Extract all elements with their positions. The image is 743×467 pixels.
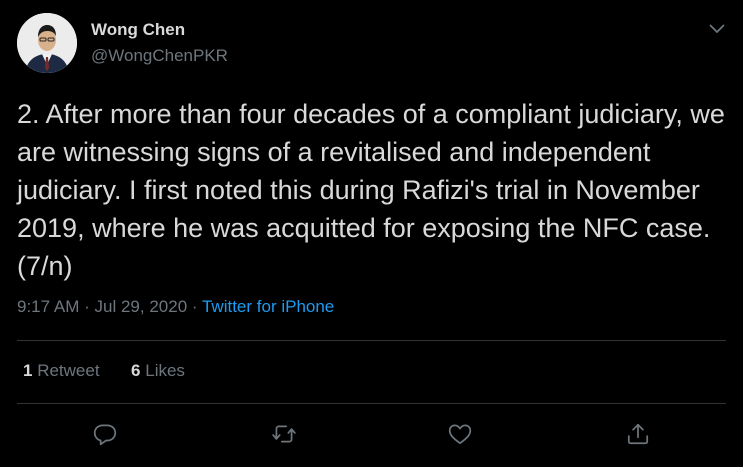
author-handle[interactable]: @WongChenPKR: [91, 46, 228, 66]
divider: [17, 340, 726, 341]
tweet-date[interactable]: Jul 29, 2020: [95, 297, 188, 316]
author-name[interactable]: Wong Chen: [91, 20, 185, 40]
avatar[interactable]: [17, 13, 77, 73]
reply-button[interactable]: [90, 419, 120, 449]
retweets-stat[interactable]: 1 Retweet: [23, 361, 104, 380]
tweet-stats: 1 Retweet 6 Likes: [23, 361, 185, 381]
meta-separator: ·: [191, 297, 198, 316]
retweet-icon: [272, 425, 296, 443]
retweet-button[interactable]: [269, 419, 299, 449]
tweet-meta: 9:17 AM · Jul 29, 2020 · Twitter for iPh…: [17, 297, 334, 317]
tweet-text: 2. After more than four decades of a com…: [17, 99, 725, 281]
likes-count: 6: [131, 361, 141, 380]
tweet-source-link[interactable]: Twitter for iPhone: [202, 297, 334, 316]
chevron-down-icon[interactable]: [706, 18, 728, 40]
meta-separator: ·: [84, 297, 90, 316]
tweet: Wong Chen @WongChenPKR 2. After more tha…: [0, 0, 743, 467]
likes-stat[interactable]: 6 Likes: [131, 361, 185, 380]
likes-label: Likes: [145, 361, 185, 380]
tweet-time[interactable]: 9:17 AM: [17, 297, 79, 316]
like-button[interactable]: [445, 419, 475, 449]
retweets-label: Retweet: [37, 361, 100, 380]
divider: [17, 403, 726, 404]
reply-icon: [93, 424, 117, 446]
heart-icon: [448, 424, 472, 445]
share-icon: [627, 423, 649, 445]
share-button[interactable]: [623, 419, 653, 449]
retweets-count: 1: [23, 361, 33, 380]
